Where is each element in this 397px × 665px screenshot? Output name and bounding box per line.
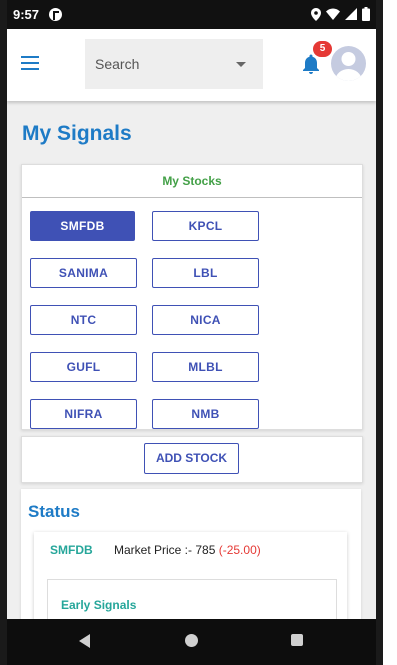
stock-button-nmb[interactable]: NMB	[152, 399, 259, 429]
stock-button-kpcl[interactable]: KPCL	[152, 211, 259, 241]
location-icon	[311, 7, 321, 21]
menu-button[interactable]	[21, 56, 41, 72]
app-screen: 9:57 Search 5 My Signals My Stocks SMFDB…	[7, 0, 376, 665]
hamburger-icon-line	[21, 62, 39, 64]
wifi-icon	[326, 8, 340, 20]
status-card: Status SMFDB Market Price :- 785 (-25.00…	[21, 489, 361, 642]
device-frame-right-edge	[376, 0, 383, 665]
recent-apps-icon[interactable]	[291, 634, 303, 646]
add-stock-button[interactable]: ADD STOCK	[144, 443, 239, 474]
stock-button-mlbl[interactable]: MLBL	[152, 352, 259, 382]
signal-icon	[345, 8, 357, 20]
price-change: (-25.00)	[218, 543, 261, 557]
avatar[interactable]	[331, 46, 366, 81]
signal-symbol: SMFDB	[50, 543, 93, 557]
stock-button-sanima[interactable]: SANIMA	[30, 258, 137, 288]
market-price-label: Market Price :- 785	[114, 543, 216, 557]
hamburger-icon	[21, 56, 39, 58]
system-nav-bar	[7, 619, 376, 665]
status-time: 9:57	[13, 7, 40, 22]
stock-button-ntc[interactable]: NTC	[30, 305, 137, 335]
tab-my-stocks[interactable]: My Stocks	[22, 165, 362, 198]
stock-button-nifra[interactable]: NIFRA	[30, 399, 137, 429]
stock-button-gufl[interactable]: GUFL	[30, 352, 137, 382]
notification-badge: 5	[313, 41, 332, 57]
stock-button-smfdb[interactable]: SMFDB	[30, 211, 135, 241]
add-stock-card: ADD STOCK	[21, 436, 363, 483]
my-stocks-card: My Stocks SMFDB KPCL SANIMA LBL NTC NICA…	[21, 164, 363, 430]
status-bar: 9:57	[7, 0, 376, 29]
device-frame-right	[376, 0, 397, 665]
page-title: My Signals	[22, 122, 132, 145]
battery-icon	[362, 7, 370, 21]
home-icon[interactable]	[185, 634, 198, 647]
stock-button-lbl[interactable]: LBL	[152, 258, 259, 288]
market-price: Market Price :- 785 (-25.00)	[114, 543, 261, 557]
early-signals-title: Early Signals	[61, 598, 137, 612]
hamburger-icon-line	[21, 68, 39, 70]
app-notification-icon	[49, 8, 62, 21]
device-frame-left	[0, 0, 7, 665]
stock-button-nica[interactable]: NICA	[152, 305, 259, 335]
status-icons	[311, 7, 370, 21]
bell-icon[interactable]	[302, 54, 320, 74]
status-title: Status	[28, 502, 80, 521]
app-bar: Search 5	[7, 29, 376, 101]
search-placeholder: Search	[95, 56, 140, 72]
user-icon	[335, 52, 362, 81]
chevron-down-icon	[236, 62, 246, 67]
search-dropdown[interactable]: Search	[85, 39, 263, 89]
back-icon[interactable]	[79, 634, 90, 648]
